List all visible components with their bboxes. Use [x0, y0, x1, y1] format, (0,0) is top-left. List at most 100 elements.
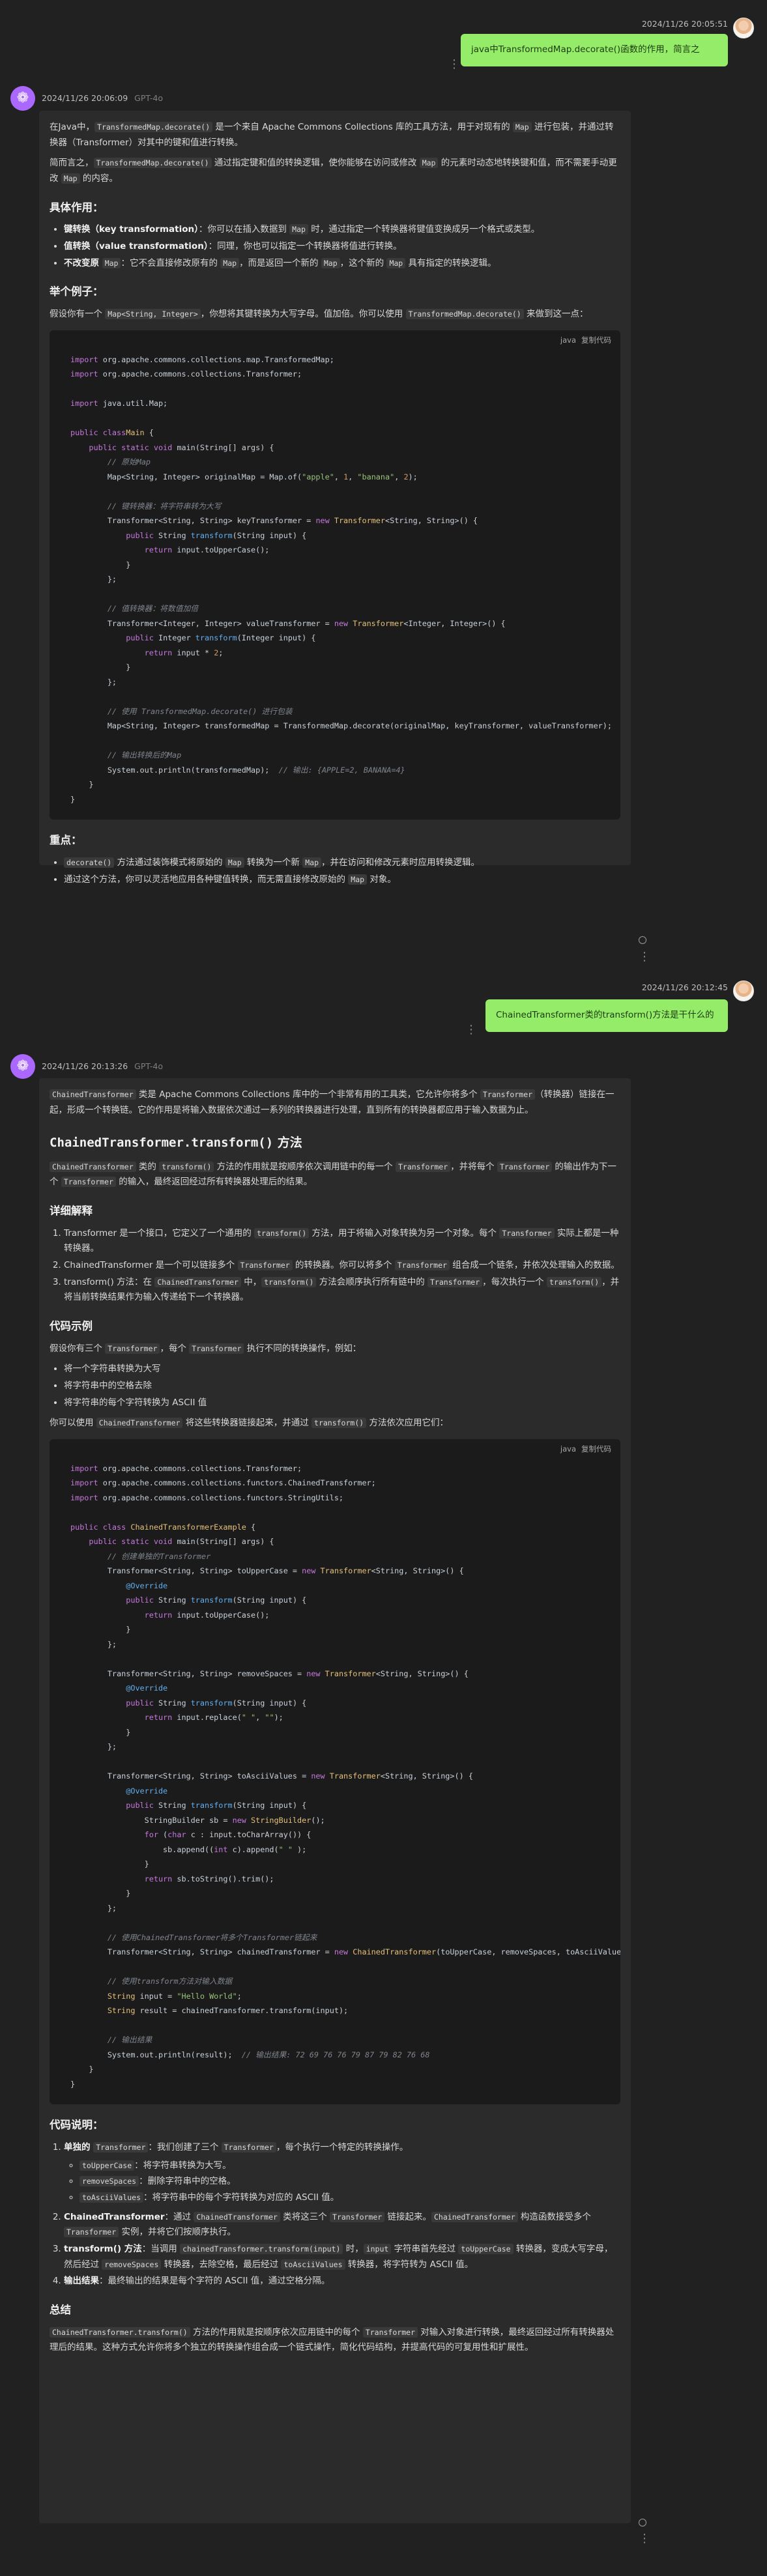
model-label: GPT-4o — [134, 1061, 163, 1071]
code-line: public class ChainedTransformerExample { — [70, 1522, 256, 1532]
code-line: // 创建单独的Transformer — [70, 1551, 211, 1561]
section-heading: ChainedTransformer.transform() 方法 — [50, 1136, 302, 1151]
code-line: String result = chainedTransformer.trans… — [70, 2006, 349, 2016]
detail-list: Transformer 是一个接口，它定义了一个通用的 transform() … — [50, 1226, 620, 1306]
focus-list: decorate() 方法通过装饰模式将原始的 Map 转换为一个新 Map，并… — [50, 855, 620, 887]
code-line: // 值转换器：将数值加倍 — [70, 604, 199, 614]
code-line: Map<String, Integer> transformedMap = Tr… — [70, 721, 612, 731]
code-line: sb.append((int c).append(" " ); — [70, 1844, 307, 1854]
code-line: public String transform(String input) { — [126, 1596, 307, 1605]
list-item: ChainedTransformer 是一个可以链接多个 Transformer… — [64, 1258, 620, 1274]
code-line: // 原始Map — [70, 457, 151, 467]
code-line: import org.apache.commons.collections.Tr… — [70, 1463, 302, 1473]
message-timestamp: 2024/11/26 20:05:51 — [641, 19, 728, 29]
section-heading: 代码示例 — [50, 1319, 93, 1332]
list-item: toAsciiValues：将字符串中的每个字符转换为对应的 ASCII 值。 — [80, 2190, 620, 2206]
list-item: 将字符串的每个字符转换为 ASCII 值 — [64, 1395, 620, 1411]
code-line: }; — [70, 1903, 117, 1913]
paragraph: ChainedTransformer.transform() 方法的作用就是按顺… — [50, 2326, 615, 2353]
code-line: }; — [70, 677, 117, 687]
more-options-icon[interactable]: ⋮ — [448, 59, 460, 70]
code-line: Transformer<String, String> chainedTrans… — [70, 1947, 620, 1957]
code-line: import org.apache.commons.collections.fu… — [70, 1478, 376, 1488]
code-line: } — [70, 663, 131, 672]
role-list: 键转换（key transformation）：你可以在插入数据到 Map 时，… — [50, 222, 620, 271]
code-line: } — [70, 1727, 131, 1737]
list-item: 键转换（key transformation）：你可以在插入数据到 Map 时，… — [64, 222, 620, 238]
user-bubble[interactable]: ChainedTransformer类的transform()方法是干什么的 — [485, 999, 728, 1032]
assistant-bubble[interactable]: 在Java中， TransformedMap.decorate() 是一个来自 A… — [39, 111, 631, 885]
code-line: // 使用transform方法对输入数据 — [70, 1977, 233, 1986]
message-meta: 2024/11/26 20:06:09 GPT-4o — [42, 91, 163, 106]
code-line: } — [70, 2079, 76, 2089]
assistant-avatar: ❁ — [10, 86, 35, 111]
code-line: } — [70, 560, 131, 569]
code-line: Transformer<String, String> toUpperCase … — [70, 1566, 464, 1576]
example-list: 将一个字符串转换为大写 将字符串中的空格去除 将字符串的每个字符转换为 ASCI… — [50, 1362, 620, 1410]
message-timestamp: 2024/11/26 20:13:26 — [42, 1061, 128, 1071]
paragraph: 你可以使用 ChainedTransformer 将这些转换器链接起来，并通过 … — [50, 1418, 448, 1429]
code-line: @Override — [126, 1786, 168, 1796]
copy-code-button[interactable]: 复制代码 — [581, 1442, 611, 1455]
user-avatar — [733, 18, 754, 38]
message-timestamp: 2024/11/26 20:12:45 — [641, 982, 728, 992]
code-line: }; — [70, 1742, 117, 1752]
list-item: 单独的 Transformer：我们创建了三个 Transformer，每个执行… — [64, 2140, 620, 2206]
message-timestamp: 2024/11/26 20:06:09 — [42, 93, 128, 103]
paragraph: 假设你有一个 Map<String, Integer> ，你想将其键转换为大写字母… — [50, 309, 588, 320]
assistant-avatar: ❁ — [10, 1054, 35, 1079]
code-line: } — [70, 1889, 131, 1898]
code-language-label: java — [560, 335, 576, 345]
user-avatar — [733, 980, 754, 1001]
code-line: // 输出转换后的Map — [70, 751, 182, 760]
code-line: } — [70, 780, 94, 790]
list-item: toUpperCase：将字符串转换为大写。 — [80, 2158, 620, 2174]
code-line: } — [70, 1625, 131, 1635]
list-item: removeSpaces：删除字符串中的空格。 — [80, 2174, 620, 2190]
code-line: public classMain { — [70, 428, 154, 438]
user-bubble[interactable]: java中TransformedMap.decorate()函数的作用，简言之 — [461, 34, 728, 66]
more-options-icon[interactable]: ⋮ — [639, 2533, 650, 2545]
code-line: System.out.println(transformedMap); // 输… — [70, 765, 405, 775]
scroll-indicator-icon[interactable] — [639, 936, 646, 944]
code-block: java 复制代码 import org.apache.commons.coll… — [50, 1438, 620, 2105]
code-line: } — [70, 2065, 94, 2074]
code-line: } — [70, 794, 76, 804]
list-item: 将字符串中的空格去除 — [64, 1379, 620, 1394]
paragraph: 在Java中， TransformedMap.decorate() 是一个来自 A… — [50, 122, 614, 148]
section-heading: 举个例子： — [50, 285, 104, 298]
list-item: Transformer 是一个接口，它定义了一个通用的 transform() … — [64, 1226, 620, 1257]
code-line: import org.apache.commons.collections.Tr… — [70, 369, 302, 379]
code-line: }; — [70, 1639, 117, 1649]
code-line: Map<String, Integer> originalMap = Map.o… — [70, 472, 418, 481]
code-line: // 键转换器：将字符串转为大写 — [70, 501, 222, 511]
list-item: 将一个字符串转换为大写 — [64, 1362, 620, 1377]
list-item: transform() 方法：在 ChainedTransformer 中，tr… — [64, 1275, 620, 1306]
code-line: // 使用ChainedTransformer将多个Transformer链起来 — [70, 1932, 317, 1942]
copy-code-button[interactable]: 复制代码 — [581, 334, 611, 347]
code-header: java 复制代码 — [50, 1439, 620, 1459]
code-line: public String transform(String input) { — [126, 1698, 307, 1708]
assistant-bubble[interactable]: ChainedTransformer 类是 Apache Commons Col… — [39, 1078, 631, 2523]
paragraph: 简而言之， TransformedMap.decorate() 通过指定键和值的转… — [50, 158, 617, 184]
section-heading: 具体作用： — [50, 201, 104, 214]
code-line: // 输出结果 — [70, 2035, 152, 2045]
code-line: return input * 2; — [144, 648, 224, 657]
scroll-indicator-icon[interactable] — [639, 2519, 646, 2526]
section-heading: 重点： — [50, 834, 82, 847]
sub-list: toUpperCase：将字符串转换为大写。 removeSpaces：删除字符… — [64, 2158, 620, 2206]
explain-list: 单独的 Transformer：我们创建了三个 Transformer，每个执行… — [50, 2140, 620, 2289]
code-block: java 复制代码 import org.apache.commons.coll… — [50, 330, 620, 820]
code-line: } — [70, 1859, 149, 1869]
more-options-icon[interactable]: ⋮ — [639, 951, 650, 963]
code-line: return input.toUpperCase(); — [144, 1610, 270, 1620]
more-options-icon[interactable]: ⋮ — [465, 1024, 477, 1036]
